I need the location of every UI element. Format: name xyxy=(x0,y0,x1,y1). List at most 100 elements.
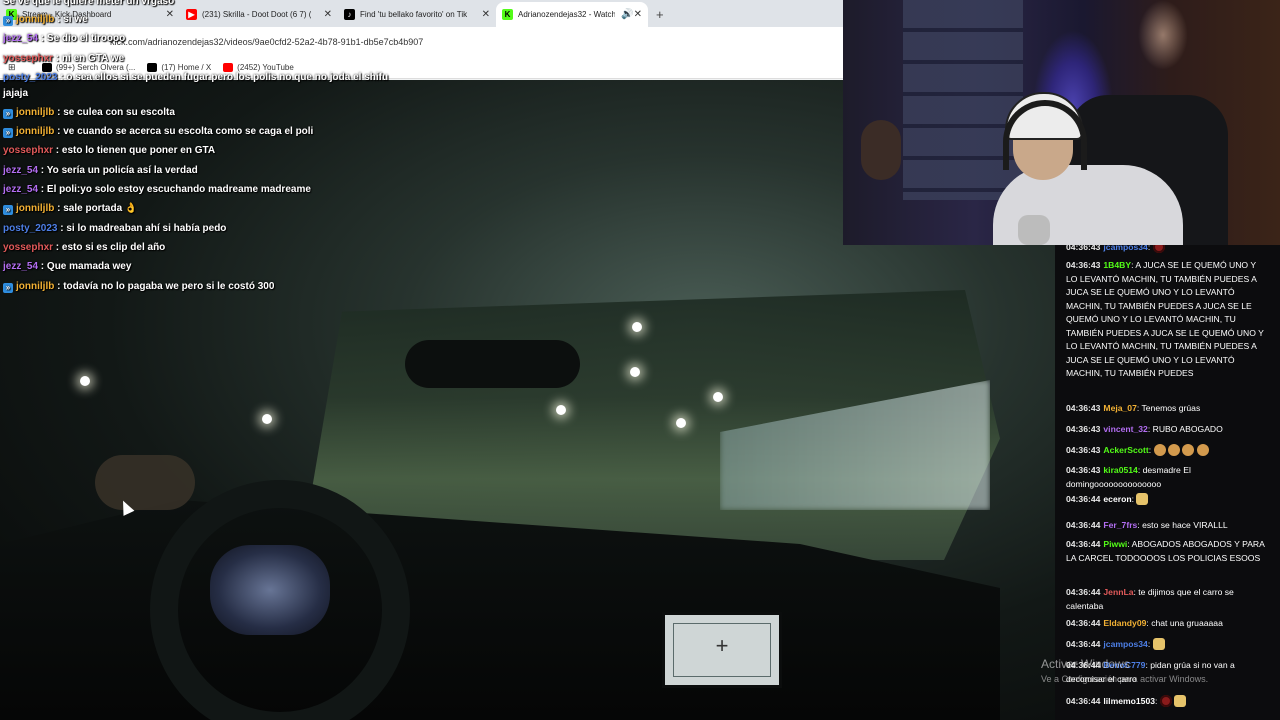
x-icon xyxy=(147,62,158,72)
chat-text: chat una gruaaaaa xyxy=(1151,618,1223,628)
chat-username[interactable]: Eldandy09 xyxy=(1103,618,1146,628)
overlay-chat-text: Que mamada wey xyxy=(46,261,132,272)
overlay-chat-line: posty_2023 : o sea ellos si se pueden fu… xyxy=(3,72,388,83)
chat-timestamp: 04:36:44 xyxy=(1066,494,1101,504)
tab-youtube[interactable]: ▶ (231) Skrilla - Doot Doot (6 7) ( ✕ xyxy=(180,2,338,27)
chat-timestamp: 04:36:44 xyxy=(1066,587,1101,597)
chat-message: 04:36:44 Eldandy09: chat una gruaaaaa xyxy=(1066,617,1266,631)
overlay-chat-line: » jonniljlb : se culea con su escolta xyxy=(3,107,175,119)
chat-separator: : xyxy=(54,107,64,118)
street-light xyxy=(556,405,566,415)
chat-username[interactable]: Fer_7frs xyxy=(1103,520,1137,530)
overlay-chat-username: jezz_54 xyxy=(3,184,39,195)
chat-username[interactable]: lilmemo1503 xyxy=(1103,696,1155,706)
overlay-chat-text: se culea con su escolta xyxy=(63,107,175,118)
chat-text: A JUCA SE LE QUEMÓ UNO Y LO LEVANTÓ MACH… xyxy=(1066,260,1264,378)
chat-username[interactable]: kira0514 xyxy=(1103,465,1137,475)
chat-separator: : xyxy=(53,145,62,156)
chat-username[interactable]: vincent_32 xyxy=(1103,424,1147,434)
bookmark-label: (2452) YouTube xyxy=(237,62,294,72)
chat-username[interactable]: JennLa xyxy=(1103,587,1133,597)
close-icon[interactable]: ✕ xyxy=(166,9,174,20)
chat-separator: : xyxy=(54,126,64,137)
chat-separator: : xyxy=(53,53,62,64)
chat-username[interactable]: Piwwi xyxy=(1103,539,1127,549)
chat-timestamp: 04:36:44 xyxy=(1066,639,1101,649)
subscriber-badge-icon: » xyxy=(3,283,13,293)
tab-tiktok[interactable]: ♪ Find 'tu bellako favorito' on Tik ✕ xyxy=(338,2,496,27)
chat-username[interactable]: Meja_07 xyxy=(1103,403,1136,413)
overlay-chat-username: yossephxr xyxy=(3,145,54,156)
tiktok-icon: ♪ xyxy=(344,9,355,20)
chat-message: 04:36:44 JennLa: te dijimos que el carro … xyxy=(1066,586,1266,613)
overlay-chat-username: jezz_54 xyxy=(3,261,39,272)
chat-text: RUBO ABOGADO xyxy=(1152,424,1223,434)
chat-timestamp: 04:36:43 xyxy=(1066,424,1101,434)
tab-title: Find 'tu bellako favorito' on Tik xyxy=(360,10,468,19)
chat-username[interactable]: jcampos34 xyxy=(1103,639,1147,649)
chat-separator: : xyxy=(38,33,47,44)
emote-icon xyxy=(1196,444,1209,456)
lamp-light xyxy=(1138,0,1188,70)
chat-timestamp: 04:36:43 xyxy=(1066,465,1101,475)
street-light xyxy=(713,392,723,402)
car-nav-screen xyxy=(662,612,782,688)
overlay-chat-text: esto si es clip del año xyxy=(61,242,166,253)
chat-username[interactable]: eceron xyxy=(1103,494,1131,504)
overlay-chat-line: yossephxr : esto lo tienen que poner en … xyxy=(3,145,215,156)
overlay-chat-line: jezz_54 : El poli:yo solo estoy escuchan… xyxy=(3,184,311,195)
overlay-chat-line: yossephxr : ni en GTA we xyxy=(3,53,124,64)
overlay-chat-text: si we xyxy=(63,14,88,25)
overlay-chat-line: Se ve que le quiere meter un vrgaso xyxy=(3,0,174,7)
overlay-chat-username: jonniljlb xyxy=(16,203,55,214)
bookmark-item[interactable]: (2452) YouTube xyxy=(223,62,294,72)
close-icon[interactable]: ✕ xyxy=(324,9,332,20)
overlay-chat-text: El poli:yo solo estoy escuchando madream… xyxy=(46,184,311,195)
instrument-cluster xyxy=(210,545,330,635)
teddy-bear xyxy=(861,120,901,180)
address-bar[interactable]: kick.com/adrianozendejas32/videos/9ae0cf… xyxy=(0,27,843,56)
tab-title: Adrianozendejas32 - Watch xyxy=(518,10,616,19)
overlay-chat-username: posty_2023 xyxy=(3,72,58,83)
chat-message: 04:36:44 Fer_7frs: esto se hace VIRALLL xyxy=(1066,519,1266,533)
chat-username[interactable]: 1B4BY xyxy=(1103,260,1131,270)
overlay-chat-line: posty_2023 : si lo madreaban ahí si habí… xyxy=(3,223,226,234)
overlay-chat-text: todavía no lo pagaba we pero si le costó… xyxy=(63,281,275,292)
browser-window: K Stream - Kick Dashboard ✕ ▶ (231) Skri… xyxy=(0,0,843,80)
overlay-chat-line: jezz_54 : Yo sería un policía así la ver… xyxy=(3,165,198,176)
street-light xyxy=(632,322,642,332)
chat-timestamp: 04:36:44 xyxy=(1066,696,1101,706)
subscriber-badge-icon: » xyxy=(3,205,13,215)
bookmark-item[interactable]: (17) Home / X xyxy=(147,62,212,72)
bookmark-label: (17) Home / X xyxy=(161,62,212,72)
chat-username[interactable]: AckerScott xyxy=(1103,445,1148,455)
chat-timestamp: 04:36:44 xyxy=(1066,520,1101,530)
url-text[interactable]: kick.com/adrianozendejas32/videos/9ae0cf… xyxy=(110,37,423,47)
chat-text: esto se hace VIRALLL xyxy=(1142,520,1228,530)
overlay-chat-username: jezz_54 xyxy=(3,33,39,44)
chat-username[interactable]: jcampos34 xyxy=(1103,245,1147,252)
tab-kick-watch[interactable]: K Adrianozendejas32 - Watch 🔊 ✕ xyxy=(496,2,648,27)
chat-separator: : xyxy=(54,203,64,214)
emote-icon xyxy=(1167,444,1180,456)
overlay-chat-text: jajaja xyxy=(3,88,29,99)
emote-icon xyxy=(1136,493,1149,505)
rearview-mirror xyxy=(405,340,580,388)
overlay-chat-text: o sea ellos si se pueden fugar pero los … xyxy=(66,72,389,83)
street-light xyxy=(676,418,686,428)
emote-icon xyxy=(1182,444,1195,456)
overlay-chat-username: jonniljlb xyxy=(16,281,55,292)
overlay-chat-username: posty_2023 xyxy=(3,223,58,234)
overlay-chat-username: jonniljlb xyxy=(16,14,55,25)
microphone xyxy=(1018,215,1050,245)
chat-message: 04:36:43 vincent_32: RUBO ABOGADO xyxy=(1066,423,1266,437)
close-icon[interactable]: ✕ xyxy=(634,9,642,20)
shoe-shelves xyxy=(903,0,1023,200)
new-tab-button[interactable]: + xyxy=(648,2,672,27)
speaker-icon[interactable]: 🔊 xyxy=(621,9,633,20)
close-icon[interactable]: ✕ xyxy=(482,9,490,20)
chat-separator: : xyxy=(1147,245,1153,252)
overlay-chat-line: jezz_54 : Que mamada wey xyxy=(3,261,131,272)
emote-icon xyxy=(1152,638,1165,650)
overlay-chat-username: jonniljlb xyxy=(16,126,55,137)
